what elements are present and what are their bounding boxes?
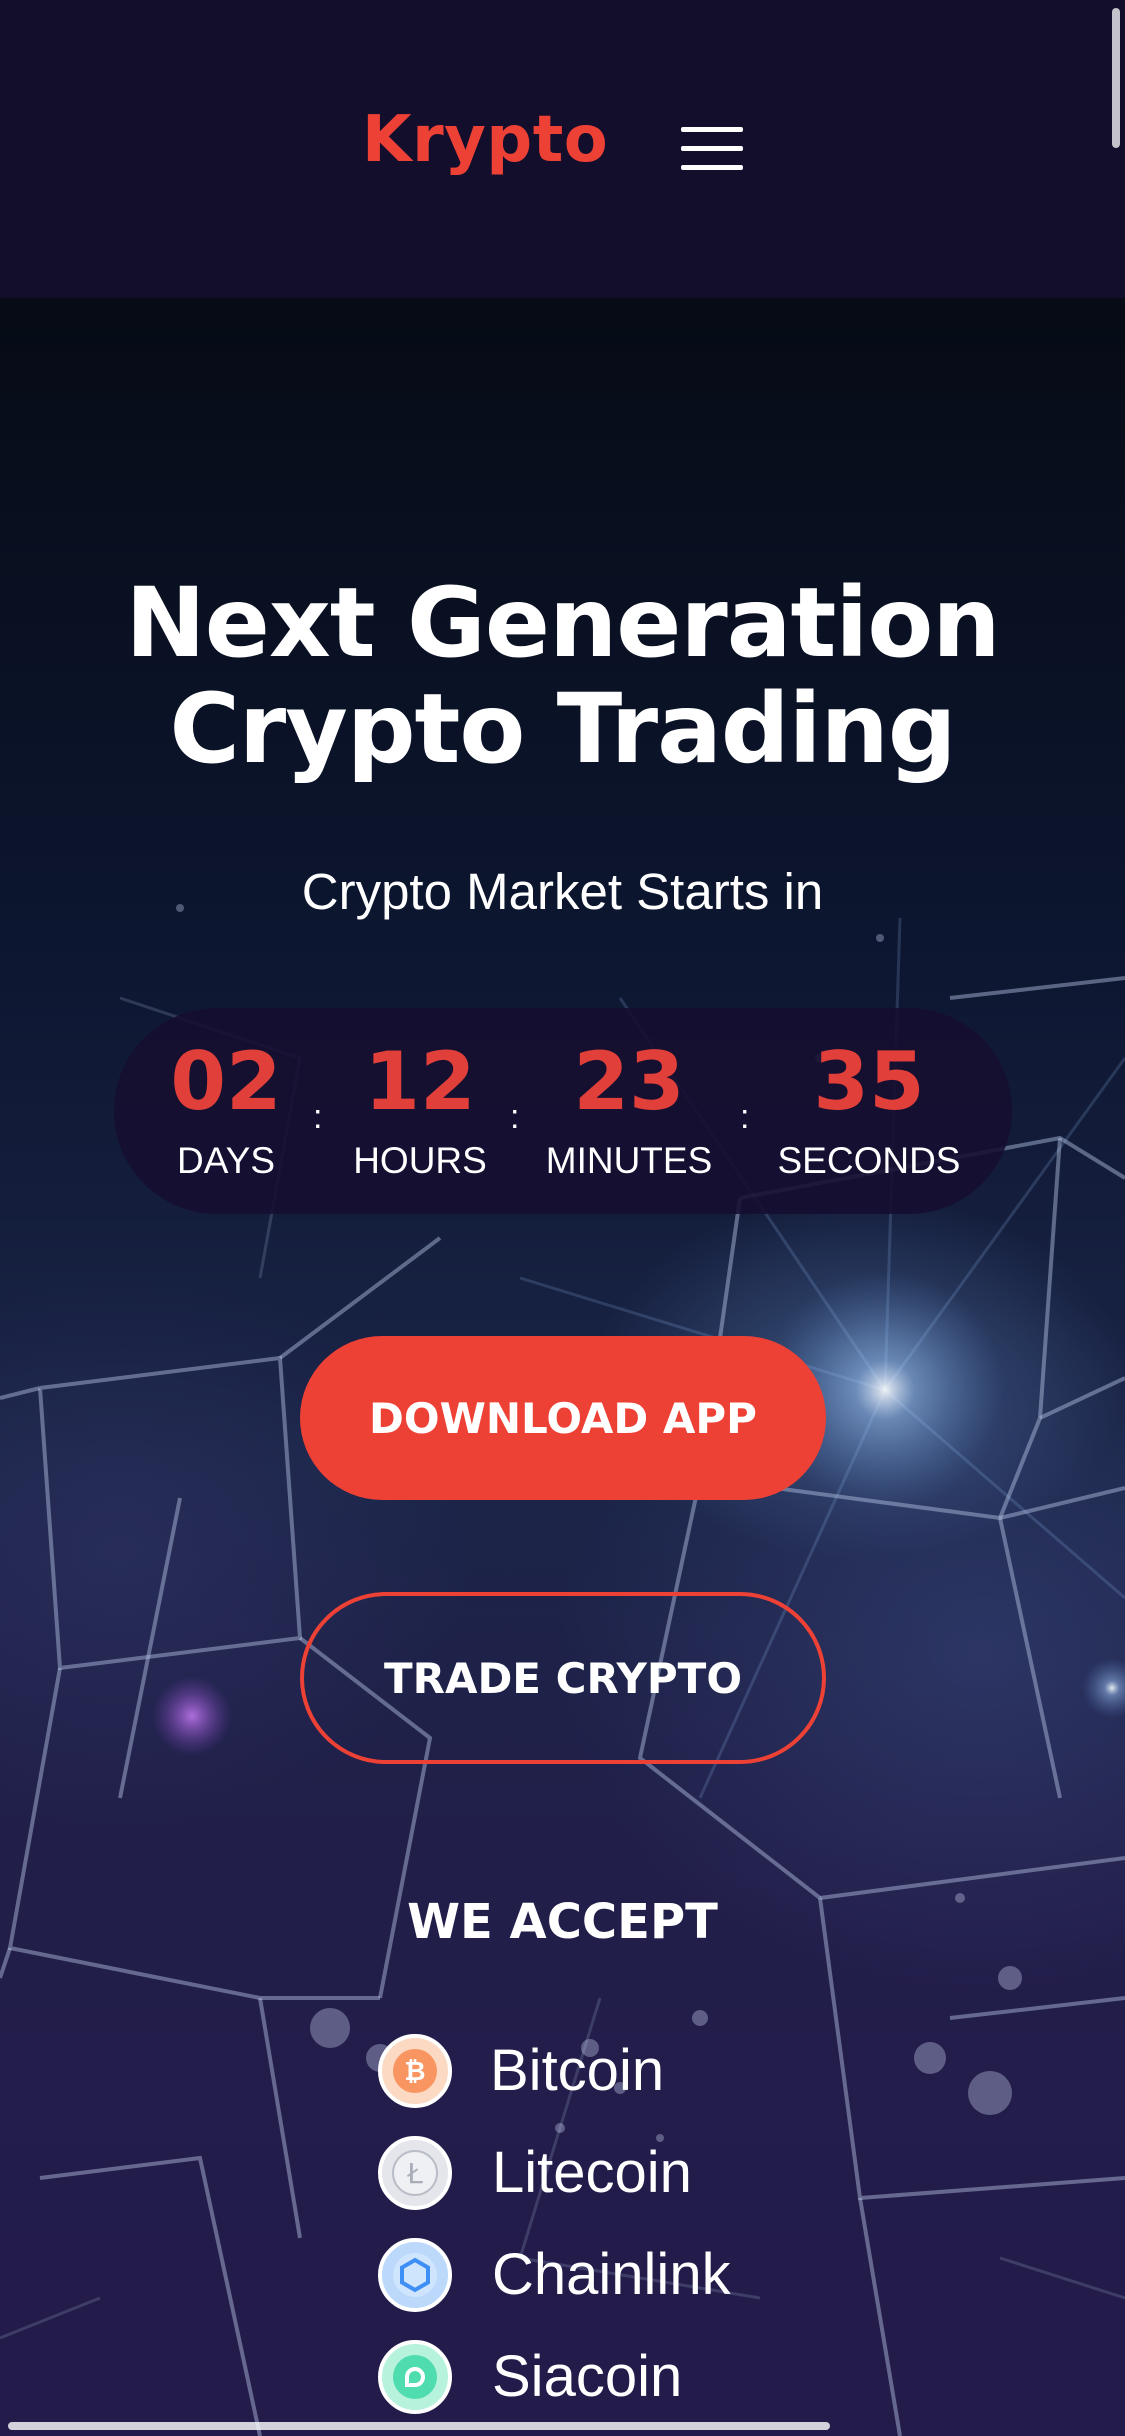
countdown-seconds-label: SECONDS [777, 1140, 961, 1181]
hero-subtitle: Crypto Market Starts in [301, 863, 824, 920]
coin-item-bitcoin: ₿ Bitcoin [378, 2034, 798, 2108]
trade-crypto-button[interactable]: TRADE CRYPTO [300, 1592, 826, 1764]
headline-line-1: Next Generation [125, 567, 1000, 679]
menu-bar [681, 127, 743, 132]
countdown-timer: 02 DAYS : 12 HOURS : 23 MINUTES : 35 SEC… [114, 1008, 1012, 1214]
download-app-button[interactable]: DOWNLOAD APP [300, 1336, 826, 1500]
coin-item-siacoin: Siacoin [378, 2340, 798, 2414]
countdown-separator: : [510, 1098, 520, 1136]
menu-bar [681, 165, 743, 170]
vertical-scrollbar[interactable] [1112, 8, 1120, 148]
countdown-separator: : [313, 1098, 323, 1136]
page: Krypto Next Generation Crypto Trading Cr… [0, 0, 1125, 2436]
svg-text:₿: ₿ [404, 2057, 425, 2087]
countdown-minutes-value: 23 [573, 1035, 685, 1128]
coin-item-chainlink: Chainlink [378, 2238, 798, 2312]
coin-name: Litecoin [492, 2140, 692, 2205]
menu-bar [681, 146, 743, 151]
countdown-minutes-label: MINUTES [545, 1140, 713, 1181]
top-header: Krypto [0, 0, 1125, 298]
chainlink-icon [378, 2238, 452, 2312]
we-accept-heading: WE ACCEPT [407, 1894, 718, 1950]
coin-name: Siacoin [492, 2344, 683, 2409]
countdown-separator: : [740, 1098, 750, 1136]
countdown-days-value: 02 [170, 1035, 282, 1128]
coin-name: Bitcoin [490, 2038, 665, 2103]
brand-logo[interactable]: Krypto [362, 108, 608, 172]
headline-line-2: Crypto Trading [169, 673, 956, 785]
hero-headline: Next Generation Crypto Trading [0, 570, 1125, 782]
countdown-hours-value: 12 [364, 1035, 476, 1128]
countdown-days: 02 DAYS [166, 1035, 286, 1181]
countdown-minutes: 23 MINUTES [544, 1035, 714, 1181]
litecoin-icon: Ł [378, 2136, 452, 2210]
svg-text:Ł: Ł [406, 2157, 423, 2190]
countdown-days-label: DAYS [176, 1140, 275, 1181]
coin-name: Chainlink [492, 2242, 731, 2307]
siacoin-icon [378, 2340, 452, 2414]
countdown-seconds: 35 SECONDS [774, 1035, 964, 1181]
countdown-hours-label: HOURS [353, 1140, 487, 1181]
horizontal-scrollbar[interactable] [8, 2422, 830, 2430]
countdown-seconds-value: 35 [813, 1035, 925, 1128]
bitcoin-icon: ₿ [378, 2034, 452, 2108]
countdown-hours: 12 HOURS [350, 1035, 490, 1181]
coin-item-litecoin: Ł Litecoin [378, 2136, 798, 2210]
hamburger-menu-icon[interactable] [674, 120, 750, 178]
